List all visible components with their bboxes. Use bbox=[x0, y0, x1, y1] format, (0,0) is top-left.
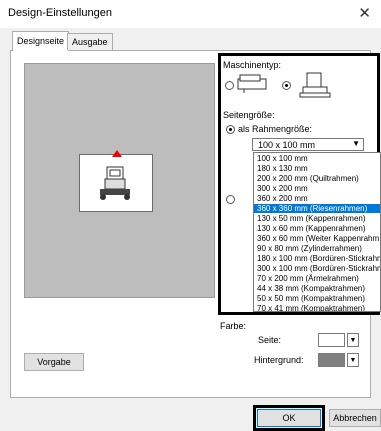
frame-size-option[interactable]: 70 x 200 mm (Ärmelrahmen) bbox=[254, 274, 380, 283]
machine-radio-2[interactable] bbox=[282, 81, 291, 90]
embroidery-frame-icon bbox=[100, 166, 130, 200]
tab-designseite[interactable]: Designseite bbox=[12, 31, 70, 51]
frame-size-option[interactable]: 300 x 200 mm bbox=[254, 184, 380, 193]
background-color-swatch[interactable] bbox=[318, 353, 345, 367]
machine-radio-1[interactable] bbox=[225, 81, 234, 90]
frame-size-option[interactable]: 130 x 50 mm (Kappenrahmen) bbox=[254, 214, 380, 223]
frame-size-radio-label: als Rahmengröße: bbox=[238, 124, 313, 134]
cancel-button[interactable]: Abbrechen bbox=[329, 409, 381, 427]
frame-size-option[interactable]: 100 x 100 mm bbox=[254, 154, 380, 163]
frame-size-option[interactable]: 44 x 38 mm (Kompaktrahmen) bbox=[254, 284, 380, 293]
tab-ausgabe[interactable]: Ausgabe bbox=[67, 33, 113, 50]
tab-designseite-label: Designseite bbox=[17, 36, 65, 46]
frame-size-option[interactable]: 360 x 360 mm (Riesenrahmen) bbox=[254, 204, 380, 213]
ok-button[interactable]: OK bbox=[257, 409, 321, 427]
window-title: Design-Einstellungen bbox=[8, 7, 112, 19]
title-bar: Design-Einstellungen ✕ bbox=[0, 0, 381, 28]
sewing-machine-icon bbox=[237, 74, 267, 93]
page-size-label: Seitengröße: bbox=[223, 110, 275, 120]
default-button[interactable]: Vorgabe bbox=[24, 353, 84, 371]
frame-size-option[interactable]: 70 x 41 mm (Kompaktrahmen) bbox=[254, 304, 380, 311]
frame-size-list[interactable]: 100 x 100 mm 180 x 130 mm 200 x 200 mm (Qu… bbox=[253, 152, 381, 312]
page-color-label: Seite: bbox=[258, 335, 282, 345]
frame-size-option[interactable]: 180 x 100 mm (Bordüren-Stickrahm bbox=[254, 254, 380, 263]
frame-size-option[interactable]: 360 x 60 mm (Weiter Kappenrahm bbox=[254, 234, 380, 243]
center-marker-icon bbox=[112, 150, 122, 157]
chevron-down-icon: ▼ bbox=[352, 139, 360, 148]
frame-size-option[interactable]: 180 x 130 mm bbox=[254, 164, 380, 173]
frame-size-option[interactable]: 50 x 50 mm (Kompaktrahmen) bbox=[254, 294, 380, 303]
background-color-label: Hintergrund: bbox=[254, 355, 304, 365]
frame-size-radio[interactable] bbox=[226, 125, 235, 134]
hoop-preview bbox=[79, 154, 153, 212]
frame-size-option[interactable]: 90 x 80 mm (Zylinderrahmen) bbox=[254, 244, 380, 253]
multi-needle-machine-icon bbox=[299, 72, 331, 98]
page-color-swatch[interactable] bbox=[318, 333, 345, 347]
frame-size-option[interactable]: 130 x 60 mm (Kappenrahmen) bbox=[254, 224, 380, 233]
machine-type-label: Maschinentyp: bbox=[223, 60, 282, 70]
frame-size-option[interactable]: 200 x 200 mm (Quiltrahmen) bbox=[254, 174, 380, 183]
frame-size-option[interactable]: 360 x 200 mm bbox=[254, 194, 380, 203]
background-color-dropdown[interactable]: ▼ bbox=[347, 353, 359, 367]
frame-size-option[interactable]: 300 x 100 mm (Bordüren-Stickrahm bbox=[254, 264, 380, 273]
frame-size-selected: 100 x 100 mm bbox=[258, 140, 316, 150]
close-icon[interactable]: ✕ bbox=[358, 4, 371, 22]
tab-ausgabe-label: Ausgabe bbox=[72, 37, 108, 47]
page-color-dropdown[interactable]: ▼ bbox=[347, 333, 359, 347]
color-label: Farbe: bbox=[220, 321, 247, 331]
custom-size-radio[interactable] bbox=[226, 195, 235, 204]
frame-size-dropdown[interactable]: 100 x 100 mm ▼ bbox=[252, 138, 364, 151]
